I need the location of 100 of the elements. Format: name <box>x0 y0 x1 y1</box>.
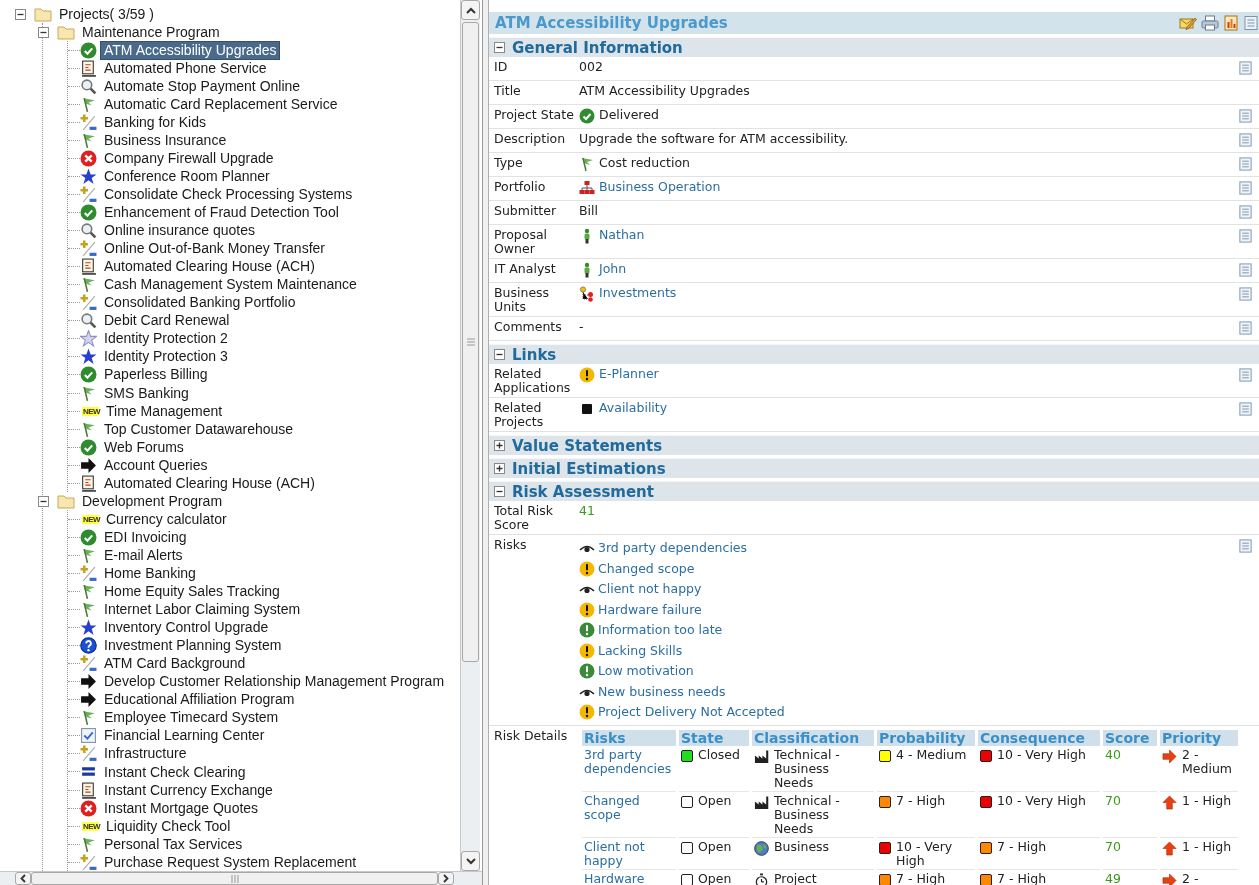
tree-item[interactable]: Online insurance quotes <box>100 221 259 241</box>
risk-link[interactable]: Client not happy <box>584 839 674 868</box>
notes-icon[interactable] <box>1238 367 1253 383</box>
tree-item[interactable]: Automated Clearing House (ACH) <box>100 257 319 277</box>
scroll-thumb[interactable] <box>462 22 479 662</box>
tree-folder[interactable]: Projects( 3/59 ) <box>55 4 158 24</box>
tree-item[interactable]: Automated Clearing House (ACH) <box>100 473 319 493</box>
risk-link[interactable]: Information too late <box>598 623 723 638</box>
tree-folder[interactable]: Development Program <box>78 491 227 511</box>
notes-icon[interactable] <box>1238 262 1253 278</box>
notes-icon[interactable] <box>1238 132 1253 148</box>
notes-icon[interactable] <box>1238 228 1253 244</box>
expand-toggle[interactable] <box>494 440 505 451</box>
tree-item[interactable]: Instant Currency Exchange <box>100 780 277 800</box>
tree-item[interactable]: Conference Room Planner <box>100 166 274 186</box>
field-link[interactable]: John <box>599 262 627 276</box>
tree-item[interactable]: Web Forums <box>100 437 188 457</box>
tree-item[interactable]: E-mail Alerts <box>100 545 187 565</box>
scroll-down-button[interactable] <box>461 851 480 871</box>
tree-item[interactable]: Debit Card Renewal <box>100 311 234 331</box>
edit-icon[interactable] <box>1179 15 1197 31</box>
tree-item[interactable]: Cash Management System Maintenance <box>100 275 361 295</box>
tree-item[interactable]: Enhancement of Fraud Detection Tool <box>100 203 343 223</box>
notes-icon[interactable] <box>1238 401 1253 417</box>
report-icon[interactable] <box>1223 15 1239 31</box>
notes-icon[interactable] <box>1238 320 1253 336</box>
tree-item[interactable]: Automatic Card Replacement Service <box>100 94 342 114</box>
tree-item[interactable]: Home Equity Sales Tracking <box>100 582 284 602</box>
risk-link[interactable]: Lacking Skills <box>598 643 683 658</box>
notes-icon[interactable] <box>1243 15 1259 31</box>
field-link[interactable]: Investments <box>599 286 677 300</box>
tree-item[interactable]: SMS Banking <box>100 383 193 403</box>
tree-item[interactable]: Personal Tax Services <box>100 834 247 854</box>
risk-link[interactable]: Changed scope <box>598 561 695 576</box>
field-link[interactable]: Business Operation <box>599 180 721 194</box>
tree-item[interactable]: Home Banking <box>100 564 200 583</box>
tree-item[interactable]: Automated Phone Service <box>100 58 271 78</box>
tree-item[interactable]: EDI Invoicing <box>100 527 191 547</box>
tree-item[interactable]: Account Queries <box>100 455 212 475</box>
collapse-toggle[interactable] <box>38 26 49 38</box>
scroll-right-button[interactable] <box>438 872 454 885</box>
notes-icon[interactable] <box>1238 60 1253 76</box>
tree-item[interactable]: Banking for Kids <box>100 112 210 132</box>
tree-item[interactable]: Identity Protection 2 <box>100 329 232 349</box>
notes-icon[interactable] <box>1238 204 1253 220</box>
risk-link[interactable]: Project Delivery Not Accepted <box>598 705 785 720</box>
tree-item[interactable]: Liquidity Check Tool <box>102 816 235 836</box>
risk-link[interactable]: Hardware <box>584 871 645 885</box>
tree-item[interactable]: Investment Planning System <box>100 636 286 656</box>
collapse-toggle[interactable] <box>494 42 505 53</box>
tree-item[interactable]: Top Customer Datawarehouse <box>100 419 298 439</box>
tree-item[interactable]: Company Firewall Upgrade <box>100 148 278 168</box>
scroll-thumb[interactable] <box>31 872 438 885</box>
notes-icon[interactable] <box>1238 286 1253 302</box>
risk-link[interactable]: Low motivation <box>598 664 694 679</box>
risk-link[interactable]: 3rd party dependencies <box>598 541 748 556</box>
tree-item[interactable]: Automate Stop Payment Online <box>100 76 305 96</box>
tree-item[interactable]: ATM Card Background <box>100 654 250 674</box>
tree-item[interactable]: Instant Mortgage Quotes <box>100 798 263 818</box>
risk-link[interactable]: New business needs <box>598 684 726 699</box>
risk-link[interactable]: Client not happy <box>598 582 702 597</box>
tree-item[interactable]: Online Out-of-Bank Money Transfer <box>100 239 329 259</box>
tree-item[interactable]: Inventory Control Upgrade <box>100 618 273 638</box>
field-link[interactable]: Nathan <box>599 228 645 242</box>
scroll-left-button[interactable] <box>15 872 31 885</box>
collapse-toggle[interactable] <box>494 349 505 360</box>
tree-item[interactable]: Infrastructure <box>100 744 191 764</box>
tree-item[interactable]: Business Insurance <box>100 130 231 150</box>
field-link[interactable]: E-Planner <box>599 367 659 381</box>
collapse-toggle[interactable] <box>15 8 26 20</box>
collapse-toggle[interactable] <box>494 486 505 497</box>
tree-item[interactable]: Employee Timecard System <box>100 708 283 728</box>
tree-item[interactable]: Educational Affiliation Program <box>100 690 299 710</box>
tree-item[interactable]: Consolidated Banking Portfolio <box>100 293 300 313</box>
risk-link[interactable]: Changed scope <box>584 793 674 822</box>
tree-item[interactable]: Paperless Billing <box>100 365 212 385</box>
tree-item[interactable]: Purchase Request System Replacement <box>100 852 361 871</box>
notes-icon[interactable] <box>1238 156 1253 172</box>
risk-link[interactable]: Hardware failure <box>598 602 702 617</box>
scroll-up-button[interactable] <box>461 0 480 20</box>
print-icon[interactable] <box>1201 15 1219 31</box>
notes-icon[interactable] <box>1238 180 1253 196</box>
tree-folder[interactable]: Maintenance Program <box>78 22 224 42</box>
notes-icon[interactable] <box>1238 538 1253 554</box>
field-link[interactable]: Availability <box>599 401 668 415</box>
tree-item[interactable]: ATM Accessibility Upgrades <box>100 40 281 60</box>
risk-link[interactable]: 3rd party dependencies <box>584 747 674 776</box>
tree-item[interactable]: Time Management <box>102 401 227 421</box>
notes-icon[interactable] <box>1238 108 1253 124</box>
collapse-toggle[interactable] <box>38 495 49 507</box>
vertical-scrollbar[interactable] <box>460 0 480 871</box>
tree-item[interactable]: Currency calculator <box>102 509 231 529</box>
horizontal-scrollbar[interactable] <box>0 871 482 885</box>
expand-toggle[interactable] <box>494 463 505 474</box>
tree-item[interactable]: Financial Learning Center <box>100 726 269 746</box>
tree-item[interactable]: Instant Check Clearing <box>100 762 250 782</box>
tree-item[interactable]: Develop Customer Relationship Management Program <box>100 672 449 692</box>
tree-item[interactable]: Internet Labor Claiming System <box>100 600 305 620</box>
tree-item[interactable]: Identity Protection 3 <box>100 347 232 367</box>
tree-item[interactable]: Consolidate Check Processing Systems <box>100 185 357 204</box>
